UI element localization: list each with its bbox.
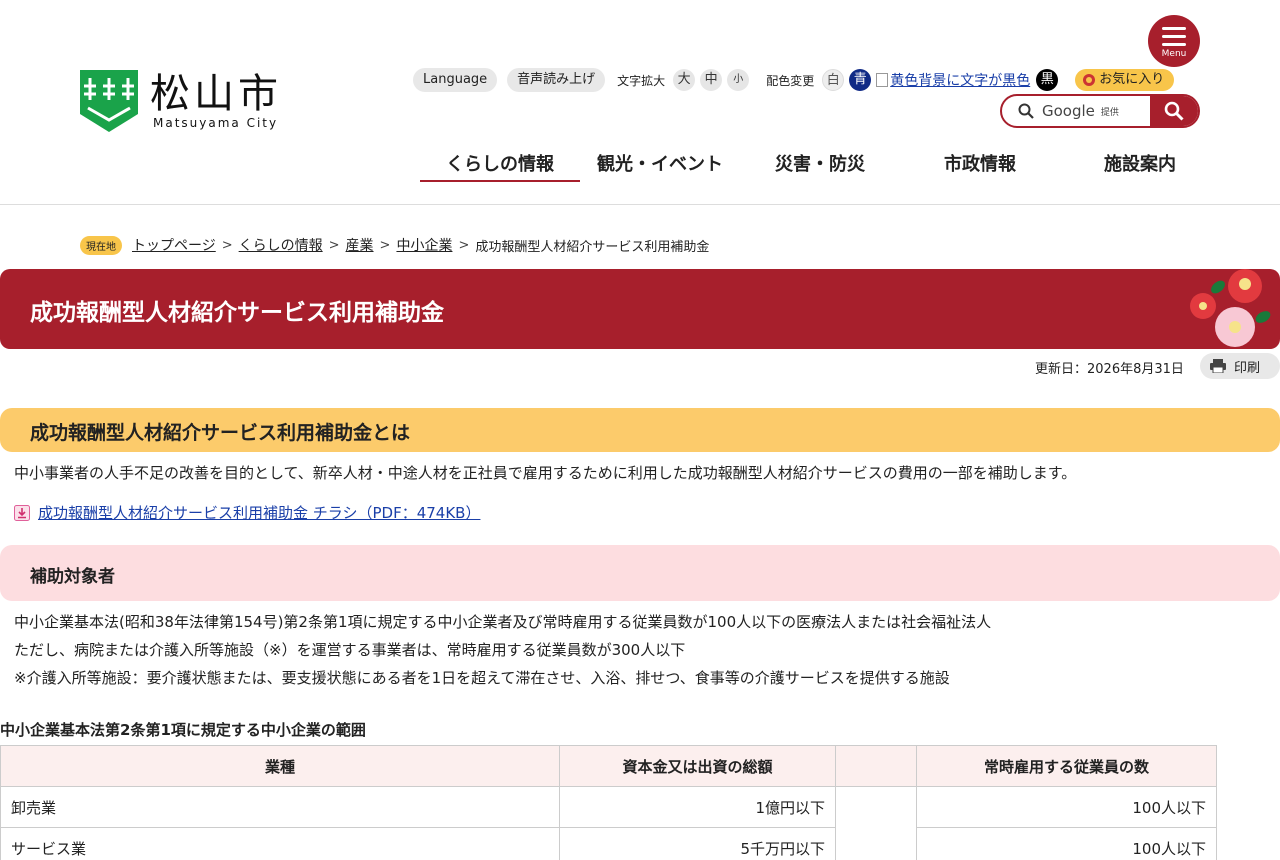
language-button[interactable]: Language <box>413 68 498 92</box>
header-divider <box>0 204 1280 205</box>
logo-kanji: 松山市 <box>150 71 282 117</box>
search-input[interactable]: Google 提供 <box>1002 96 1150 126</box>
breadcrumb-link-sme[interactable]: 中小企業 <box>396 235 452 255</box>
color-white-button[interactable]: 白 <box>822 69 845 91</box>
chevron-right-icon: > <box>379 237 391 253</box>
color-yellow-button[interactable]: 黄色背景に文字が黒色 <box>876 70 1030 90</box>
chevron-right-icon: > <box>221 237 233 253</box>
menu-button[interactable]: Menu <box>1148 15 1200 67</box>
city-emblem-icon <box>80 70 138 132</box>
table-header-row: 業種 資本金又は出資の総額 常時雇用する従業員の数 <box>0 745 1217 787</box>
print-label: 印刷 <box>1234 360 1261 376</box>
download-icon <box>14 504 30 521</box>
search-button[interactable] <box>1150 96 1198 126</box>
global-nav: くらしの情報 観光・イベント 災害・防災 市政情報 施設案内 <box>420 150 1220 182</box>
color-black-button[interactable]: 黒 <box>1036 69 1059 91</box>
search-icon <box>1018 103 1034 119</box>
pdf-link-text[interactable]: 成功報酬型人材紹介サービス利用補助金 チラシ（PDF：474KB） <box>38 502 480 523</box>
cell-employees: 100人以下 <box>916 827 1217 860</box>
text-size-label: 文字拡大 <box>617 73 666 88</box>
read-aloud-button[interactable]: 音声読み上げ <box>507 68 606 92</box>
cell-capital: 5千万円以下 <box>559 827 836 860</box>
page-title: 成功報酬型人材紹介サービス利用補助金 <box>30 300 444 326</box>
text-size-medium-button[interactable]: 中 <box>700 69 723 91</box>
printer-icon <box>1210 359 1226 373</box>
cell-industry: サービス業 <box>0 827 560 860</box>
breadcrumb-here-badge: 現在地 <box>80 235 122 255</box>
nav-item-facilities[interactable]: 施設案内 <box>1060 150 1220 182</box>
search-brand: Google <box>1042 102 1095 120</box>
pdf-download-link[interactable]: 成功報酬型人材紹介サービス利用補助金 チラシ（PDF：474KB） <box>14 502 480 523</box>
nav-item-tourism[interactable]: 観光・イベント <box>580 150 740 182</box>
col-header-industry: 業種 <box>0 745 560 787</box>
nav-item-living[interactable]: くらしの情報 <box>420 150 580 182</box>
color-yellow-alt: 黄色背景に文字が黒色 <box>890 73 1031 89</box>
favorites-label: お気に入り <box>1099 72 1165 87</box>
chevron-right-icon: > <box>328 237 340 253</box>
updated-date: 更新日：2026年8月31日 <box>1035 362 1184 377</box>
breadcrumb-link-living[interactable]: くらしの情報 <box>239 235 323 255</box>
sme-range-table: 業種 資本金又は出資の総額 常時雇用する従業員の数 卸売業 1億円以下 100人… <box>0 745 1217 860</box>
menu-label: Menu <box>1161 49 1187 59</box>
cell-industry: 卸売業 <box>0 786 560 828</box>
eligible-line-1: 中小企業基本法(昭和38年法律第154号)第2条第1項に規定する中小企業者及び常… <box>14 613 992 631</box>
color-blue-button[interactable]: 青 <box>849 69 872 91</box>
broken-image-icon <box>876 73 889 87</box>
section-heading-eligible: 補助対象者 <box>0 545 1280 601</box>
table-row: サービス業 5千万円以下 100人以下 <box>0 827 1217 860</box>
chevron-right-icon: > <box>458 237 470 253</box>
eligible-line-2: ただし、病院または介護入所等施設（※）を運営する事業者は、常時雇用する従業員数が… <box>14 641 686 659</box>
cell-blank <box>835 786 917 860</box>
text-size-small-button[interactable]: 小 <box>727 69 750 91</box>
favorites-button[interactable]: お気に入り <box>1075 69 1175 91</box>
favorites-icon <box>1083 74 1096 86</box>
breadcrumb-link-top[interactable]: トップページ <box>132 235 216 255</box>
cell-capital: 1億円以下 <box>559 786 836 828</box>
table-row: 卸売業 1億円以下 100人以下 <box>0 786 1217 860</box>
cell-employees: 100人以下 <box>916 786 1217 828</box>
col-header-blank <box>835 745 917 787</box>
text-size-large-button[interactable]: 大 <box>673 69 696 91</box>
table-caption: 中小企業基本法第2条第1項に規定する中小企業の範囲 <box>0 721 366 739</box>
hamburger-icon <box>1162 27 1186 51</box>
breadcrumb: 現在地 トップページ > くらしの情報 > 産業 > 中小企業 > 成功報酬型人… <box>80 235 709 255</box>
camellia-decoration-icon <box>1190 269 1271 347</box>
page-title-banner: 成功報酬型人材紹介サービス利用補助金 <box>0 269 1280 349</box>
color-change-label: 配色変更 <box>766 73 815 88</box>
print-button[interactable]: 印刷 <box>1200 353 1280 379</box>
site-logo[interactable]: 松山市 Matsuyama City <box>80 70 282 132</box>
nav-item-city-info[interactable]: 市政情報 <box>900 150 1060 182</box>
utility-bar: Language 音声読み上げ 文字拡大 大 中 小 配色変更 白 青 黄色背景… <box>413 68 1175 92</box>
logo-roman: Matsuyama City <box>153 116 279 130</box>
search-provided: 提供 <box>1100 107 1119 118</box>
section-about-body: 中小事業者の人手不足の改善を目的として、新卒人材・中途人材を正社員で雇用するため… <box>14 464 1077 482</box>
site-search: Google 提供 <box>1000 94 1200 128</box>
col-header-employees: 常時雇用する従業員の数 <box>916 745 1217 787</box>
nav-item-disaster[interactable]: 災害・防災 <box>740 150 900 182</box>
eligible-line-3: ※介護入所等施設：要介護状態または、要支援状態にある者を1日を超えて滞在させ、入… <box>14 669 950 687</box>
breadcrumb-current: 成功報酬型人材紹介サービス利用補助金 <box>475 239 710 255</box>
search-icon <box>1164 101 1184 121</box>
section-heading-about: 成功報酬型人材紹介サービス利用補助金とは <box>0 408 1280 452</box>
breadcrumb-link-industry[interactable]: 産業 <box>346 235 374 255</box>
col-header-capital: 資本金又は出資の総額 <box>559 745 836 787</box>
